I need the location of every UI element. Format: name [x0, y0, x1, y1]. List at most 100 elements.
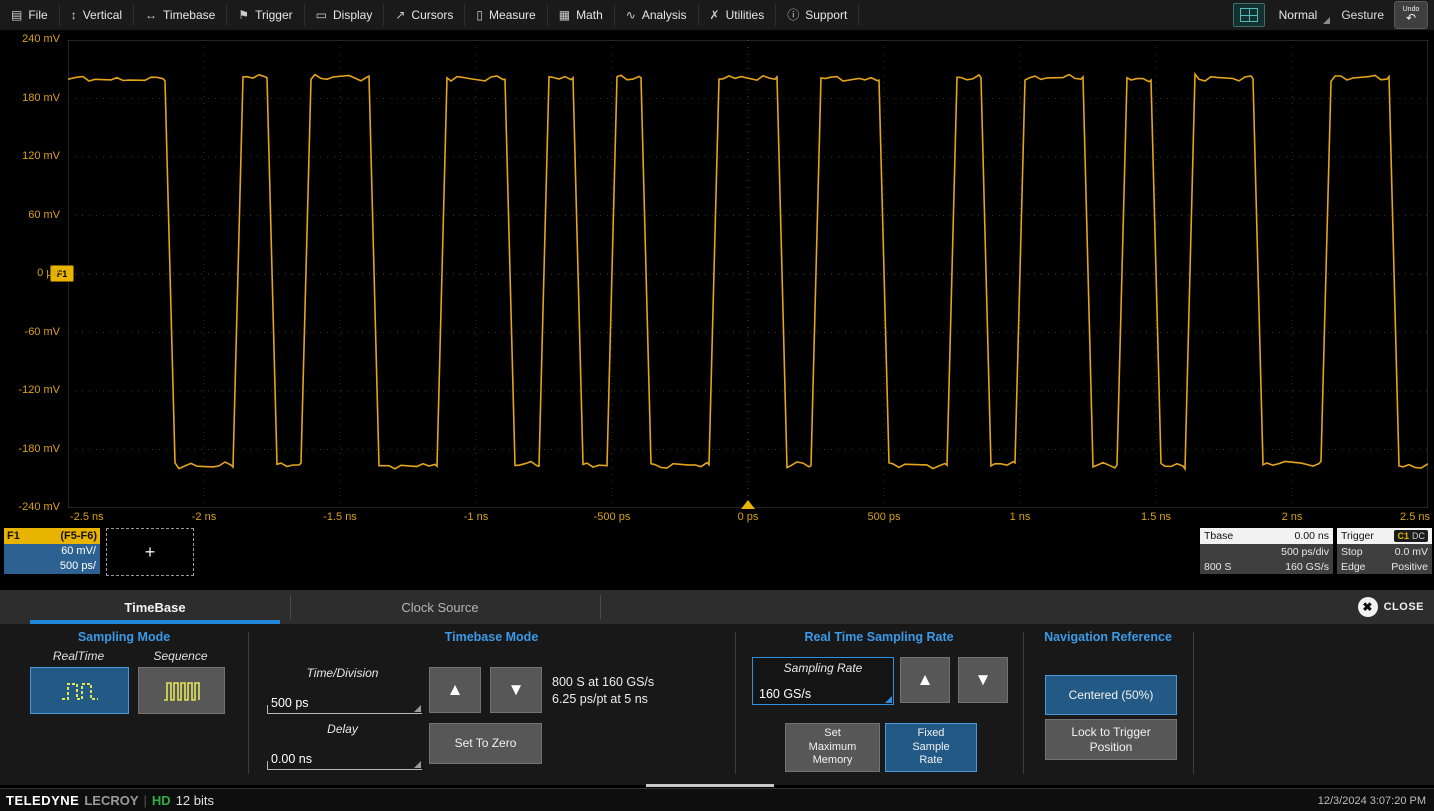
bit-depth-label: 12 bits [176, 793, 214, 808]
sampling-rate-label: Sampling Rate [753, 661, 893, 675]
section-divider [1023, 632, 1024, 774]
y-axis-label: -120 mV [0, 384, 60, 396]
set-maximum-memory-button[interactable]: Set Maximum Memory [785, 723, 880, 772]
realtime-mode-button[interactable] [30, 667, 129, 714]
sampling-rate-decrease-button[interactable]: ▼ [958, 657, 1008, 703]
brand-lecroy: LECROY [84, 793, 138, 808]
x-axis-label: 1.5 ns [1141, 511, 1171, 523]
sequence-label: Sequence [138, 649, 223, 663]
tbase-row-1: Tbase 0.00 ns [1200, 528, 1333, 544]
x-axis-label: -1 ns [464, 511, 488, 523]
x-axis-label: 500 ps [867, 511, 900, 523]
section-divider [735, 632, 736, 774]
brand-teledyne: TELEDYNE [6, 793, 79, 808]
tbase-delay-value: 0.00 ns [1295, 530, 1329, 542]
centered-50-button[interactable]: Centered (50%) [1045, 675, 1177, 715]
dialog-content: Sampling Mode RealTime Sequence Timebase… [0, 624, 1434, 785]
delay-value: 0.00 ns [271, 752, 312, 766]
acquisition-info-line2: 6.25 ps/pt at 5 ns [552, 691, 654, 708]
tab-clock-source[interactable]: Clock Source [300, 590, 580, 624]
y-axis-label: -180 mV [0, 443, 60, 455]
brand-logo: TELEDYNE LECROY | HD 12 bits [0, 793, 214, 808]
acquisition-info-line1: 800 S at 160 GS/s [552, 674, 654, 691]
x-axis-label: 2 ns [1282, 511, 1303, 523]
x-axis-label: 0 ps [738, 511, 759, 523]
add-trace-button[interactable]: + [106, 528, 194, 576]
waveform-grid[interactable] [68, 40, 1428, 508]
datetime-label: 12/3/2024 3:07:20 PM [1318, 795, 1434, 807]
section-divider [248, 632, 249, 774]
tab-timebase[interactable]: TimeBase [30, 590, 280, 624]
y-axis-label: 180 mV [0, 92, 60, 104]
trigger-position-marker[interactable] [741, 500, 755, 509]
time-division-label: Time/Division [267, 666, 418, 680]
fixed-sample-rate-button[interactable]: Fixed Sample Rate [885, 723, 977, 772]
trigger-summary-box[interactable]: Trigger C1 DC Stop 0.0 mV Edge Positive [1337, 528, 1432, 574]
waveform-trace-svg[interactable] [68, 40, 1428, 508]
brand-divider: | [144, 793, 147, 808]
timebase-summary-box[interactable]: Tbase 0.00 ns 500 ps/div 800 S 160 GS/s [1200, 528, 1333, 574]
tbase-samples: 800 S [1204, 561, 1231, 573]
realtime-pulse-icon [59, 678, 101, 704]
lock-to-trigger-position-button[interactable]: Lock to Trigger Position [1045, 719, 1177, 760]
f1-time-per-div: 500 ps/ [8, 559, 96, 574]
tbase-row-3: 800 S 160 GS/s [1200, 559, 1333, 574]
set-maximum-memory-label: Set Maximum Memory [809, 727, 857, 768]
tab-label: TimeBase [124, 600, 185, 615]
dialog-drag-handle[interactable] [646, 784, 774, 787]
y-axis-label: 240 mV [0, 33, 60, 45]
fixed-sample-rate-label: Fixed Sample Rate [912, 727, 949, 768]
timebase-dialog: TimeBase Clock Source ✖ CLOSE Sampling M… [0, 590, 1434, 785]
timebase-decrease-button[interactable]: ▼ [490, 667, 542, 713]
channel-descriptor-f1[interactable]: F1 (F5-F6) 60 mV/ 500 ps/ [4, 528, 100, 574]
dropdown-corner-icon [885, 696, 892, 703]
y-axis-label: 120 mV [0, 150, 60, 162]
sampling-rate-field[interactable]: Sampling Rate 160 GS/s [752, 657, 894, 705]
up-arrow-icon: ▲ [447, 679, 464, 700]
tab-label: Clock Source [401, 600, 478, 615]
hd-badge: HD [152, 793, 171, 808]
f1-descriptor-body: 60 mV/ 500 ps/ [4, 544, 100, 574]
trigger-type: Edge [1341, 561, 1366, 573]
sequence-mode-button[interactable] [138, 667, 225, 714]
x-axis-label: -1.5 ns [323, 511, 357, 523]
down-arrow-icon: ▼ [975, 669, 992, 690]
tbase-row-2: 500 ps/div [1200, 544, 1333, 559]
sampling-rate-value: 160 GS/s [759, 687, 811, 701]
trigger-source: C1 [1397, 531, 1409, 541]
waveform-display-area: F1 240 mV180 mV120 mV60 mV0 µV-60 mV-120… [0, 0, 1434, 585]
x-axis-label: 2.5 ns [1400, 511, 1430, 523]
oscilloscope-app: ▤File ↕Vertical ↔Timebase ⚑Trigger ▭Disp… [0, 0, 1434, 811]
x-axis-label: -2.5 ns [70, 511, 104, 523]
tbase-label: Tbase [1204, 530, 1233, 542]
x-axis-label: 1 ns [1010, 511, 1031, 523]
close-label: CLOSE [1384, 601, 1424, 613]
close-dialog-button[interactable]: ✖ CLOSE [1358, 595, 1424, 619]
sampling-rate-increase-button[interactable]: ▲ [900, 657, 950, 703]
trigger-coupling: DC [1412, 531, 1425, 541]
section-divider [1193, 632, 1194, 774]
delay-field[interactable]: 0.00 ns [267, 740, 422, 770]
tbase-sample-rate: 160 GS/s [1285, 561, 1329, 573]
trigger-row-2: Stop 0.0 mV [1337, 544, 1432, 559]
realtime-label: RealTime [30, 649, 127, 663]
close-icon: ✖ [1358, 597, 1378, 617]
x-axis-label: -500 ps [594, 511, 631, 523]
delay-label: Delay [267, 722, 418, 736]
time-division-field[interactable]: 500 ps [267, 684, 422, 714]
tab-separator [290, 595, 291, 619]
x-axis-label: -2 ns [192, 511, 216, 523]
dialog-tab-bar: TimeBase Clock Source ✖ CLOSE [0, 590, 1434, 625]
f1-descriptor-header: F1 (F5-F6) [4, 528, 100, 544]
trigger-label: Trigger [1341, 530, 1374, 542]
plus-icon: + [145, 542, 156, 563]
timebase-increase-button[interactable]: ▲ [429, 667, 481, 713]
status-bar: TELEDYNE LECROY | HD 12 bits 12/3/2024 3… [0, 788, 1434, 811]
acquisition-info-text: 800 S at 160 GS/s 6.25 ps/pt at 5 ns [552, 674, 654, 708]
f1-volts-per-div: 60 mV/ [8, 544, 96, 559]
dropdown-corner-icon [414, 705, 421, 712]
trigger-row-1: Trigger C1 DC [1337, 528, 1432, 544]
set-to-zero-button[interactable]: Set To Zero [429, 723, 542, 764]
dropdown-corner-icon [414, 761, 421, 768]
trigger-source-badge: C1 DC [1394, 530, 1428, 542]
